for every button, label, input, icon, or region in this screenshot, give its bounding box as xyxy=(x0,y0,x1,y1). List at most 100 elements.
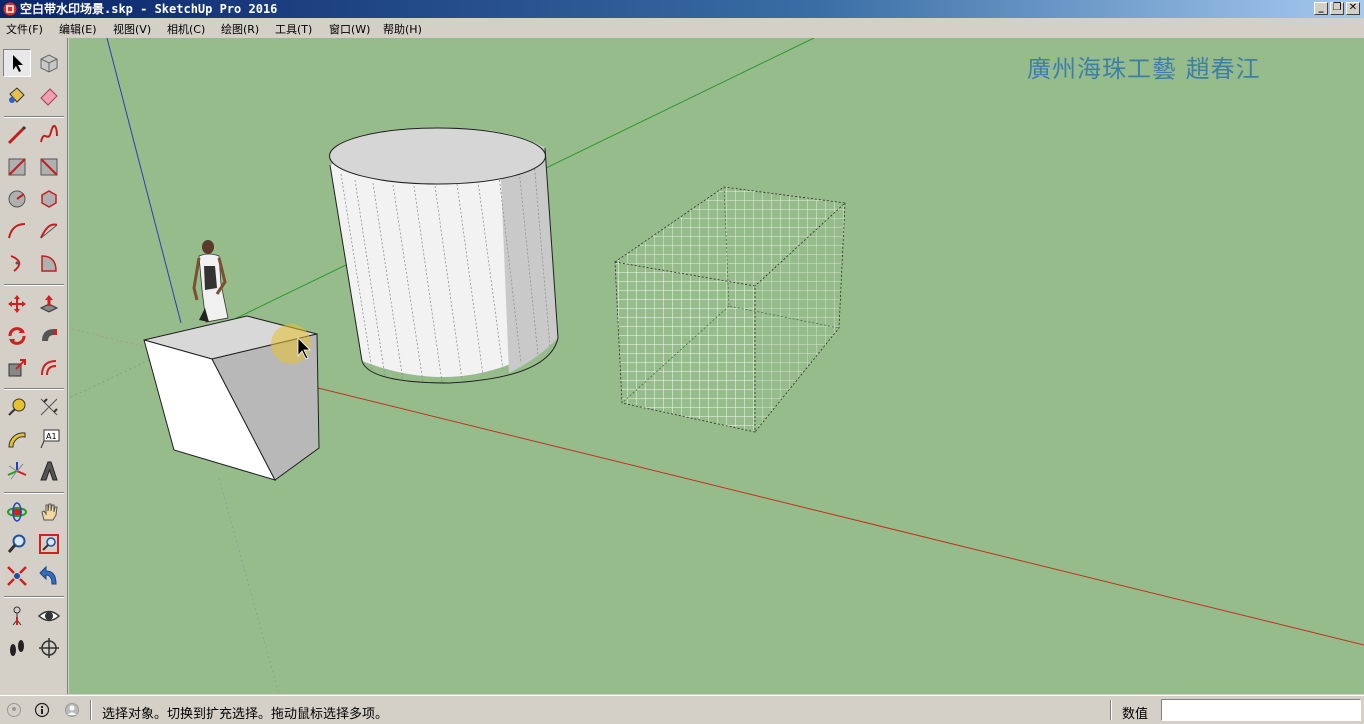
measurements-label: 数值 xyxy=(1122,707,1149,722)
cylinder-model[interactable] xyxy=(329,127,559,384)
rotated-rectangle-icon xyxy=(40,158,58,176)
line-tool[interactable] xyxy=(3,121,31,149)
pan-tool[interactable] xyxy=(35,498,63,526)
previous-view-tool[interactable] xyxy=(35,562,63,590)
status-separator xyxy=(1110,700,1112,720)
status-hint-text: 选择对象。切换到扩充选择。拖动鼠标选择多项。 xyxy=(102,707,389,722)
walk-tool[interactable] xyxy=(3,634,31,662)
toolbar-separator xyxy=(4,116,64,118)
dimension-tool[interactable] xyxy=(35,393,63,421)
zoom-window-tool[interactable] xyxy=(35,530,63,558)
menu-edit[interactable]: 编辑(E) xyxy=(59,21,97,37)
select-arrow-icon xyxy=(13,55,23,72)
previous-view-icon xyxy=(39,565,57,585)
arc-tool[interactable] xyxy=(3,217,31,245)
blue-axis-dotted xyxy=(218,477,280,694)
status-bar: 选择对象。切换到扩充选择。拖动鼠标选择多项。 数值 xyxy=(0,695,1364,724)
offset-tool[interactable] xyxy=(35,354,63,382)
axes-tool[interactable] xyxy=(3,457,31,485)
look-around-tool[interactable] xyxy=(35,602,63,630)
menu-view[interactable]: 视图(V) xyxy=(113,21,151,37)
make-component-tool[interactable] xyxy=(35,49,63,77)
push-pull-tool[interactable] xyxy=(35,290,63,318)
paint-bucket-icon xyxy=(9,87,25,103)
zoom-window-icon xyxy=(39,534,59,554)
scale-figure[interactable] xyxy=(192,240,229,323)
section-plane-tool[interactable] xyxy=(35,634,63,662)
paint-bucket-tool[interactable] xyxy=(3,81,31,109)
text-tool[interactable]: A1 xyxy=(35,425,63,453)
rectangle-icon xyxy=(8,158,26,176)
freehand-tool[interactable] xyxy=(35,121,63,149)
protractor-tool[interactable] xyxy=(3,425,31,453)
rotate-icon xyxy=(8,327,26,345)
pie-tool[interactable] xyxy=(35,249,63,277)
menu-camera[interactable]: 相机(C) xyxy=(167,21,205,37)
zoom-tool[interactable] xyxy=(3,530,31,558)
inference-highlight xyxy=(271,324,311,364)
zoom-icon xyxy=(7,534,26,553)
three-point-arc-icon xyxy=(10,255,21,272)
orbit-tool[interactable] xyxy=(3,498,31,526)
window-title: 空白带水印场景.skp - SketchUp Pro 2016 xyxy=(20,2,278,16)
zoom-extents-tool[interactable] xyxy=(3,562,31,590)
3d-text-tool[interactable] xyxy=(35,457,63,485)
modeling-viewport[interactable]: 廣州海珠工藝 趙春江 xyxy=(69,38,1364,694)
walk-icon xyxy=(10,640,24,656)
position-camera-tool[interactable] xyxy=(3,602,31,630)
title-bar: 空白带水印场景.skp - SketchUp Pro 2016 _ ❐ ✕ xyxy=(0,0,1364,18)
minimize-button[interactable]: _ xyxy=(1314,2,1328,15)
rectangle-tool[interactable] xyxy=(3,153,31,181)
menu-help[interactable]: 帮助(H) xyxy=(383,21,422,37)
section-plane-icon xyxy=(39,638,59,658)
select-tool[interactable] xyxy=(3,49,31,77)
menu-window[interactable]: 窗口(W) xyxy=(329,21,370,37)
zoom-extents-icon xyxy=(7,566,27,586)
toolbar-separator xyxy=(4,284,64,286)
measurements-input[interactable] xyxy=(1161,699,1361,721)
menu-bar: 文件(F) 编辑(E) 视图(V) 相机(C) 绘图(R) 工具(T) 窗口(W… xyxy=(0,18,1364,38)
pie-icon xyxy=(41,255,57,272)
offset-icon xyxy=(41,360,57,376)
follow-me-icon xyxy=(42,329,57,341)
credits-info-icon[interactable] xyxy=(34,702,50,718)
menu-file[interactable]: 文件(F) xyxy=(6,21,43,37)
sketchup-logo-icon xyxy=(3,2,17,16)
freehand-icon xyxy=(40,124,58,143)
scale-icon xyxy=(8,359,26,377)
3d-scene[interactable] xyxy=(69,38,1364,694)
axes-icon xyxy=(7,462,27,480)
position-camera-icon xyxy=(12,606,22,626)
geo-location-icon[interactable] xyxy=(6,702,22,718)
rotate-tool[interactable] xyxy=(3,322,31,350)
menu-draw[interactable]: 绘图(R) xyxy=(221,21,259,37)
blue-axis xyxy=(106,38,182,324)
polygon-tool[interactable] xyxy=(35,185,63,213)
toolbar-separator xyxy=(4,492,64,494)
circle-tool[interactable] xyxy=(3,185,31,213)
rotated-rectangle-tool[interactable] xyxy=(35,153,63,181)
move-tool[interactable] xyxy=(3,290,31,318)
move-icon xyxy=(8,295,26,313)
scale-tool[interactable] xyxy=(3,354,31,382)
restore-button[interactable]: ❐ xyxy=(1330,2,1344,15)
orbit-icon xyxy=(7,502,27,522)
two-point-arc-icon xyxy=(40,223,58,239)
status-separator xyxy=(90,700,92,720)
menu-tools[interactable]: 工具(T) xyxy=(275,21,312,37)
eraser-tool[interactable] xyxy=(35,81,63,109)
follow-me-tool[interactable] xyxy=(35,322,63,350)
watermark-text: 廣州海珠工藝 趙春江 xyxy=(1027,55,1261,83)
user-account-icon[interactable] xyxy=(64,702,80,718)
toolbar-separator xyxy=(4,388,64,390)
close-button[interactable]: ✕ xyxy=(1346,2,1360,15)
three-point-arc-tool[interactable] xyxy=(3,249,31,277)
dimension-icon xyxy=(40,398,58,416)
tape-measure-tool[interactable] xyxy=(3,393,31,421)
look-around-icon xyxy=(38,610,60,622)
text-icon: A1 xyxy=(40,429,60,449)
two-point-arc-tool[interactable] xyxy=(35,217,63,245)
arc-icon xyxy=(8,223,26,239)
push-pull-icon xyxy=(39,295,59,313)
grid-box-model[interactable] xyxy=(614,186,846,433)
